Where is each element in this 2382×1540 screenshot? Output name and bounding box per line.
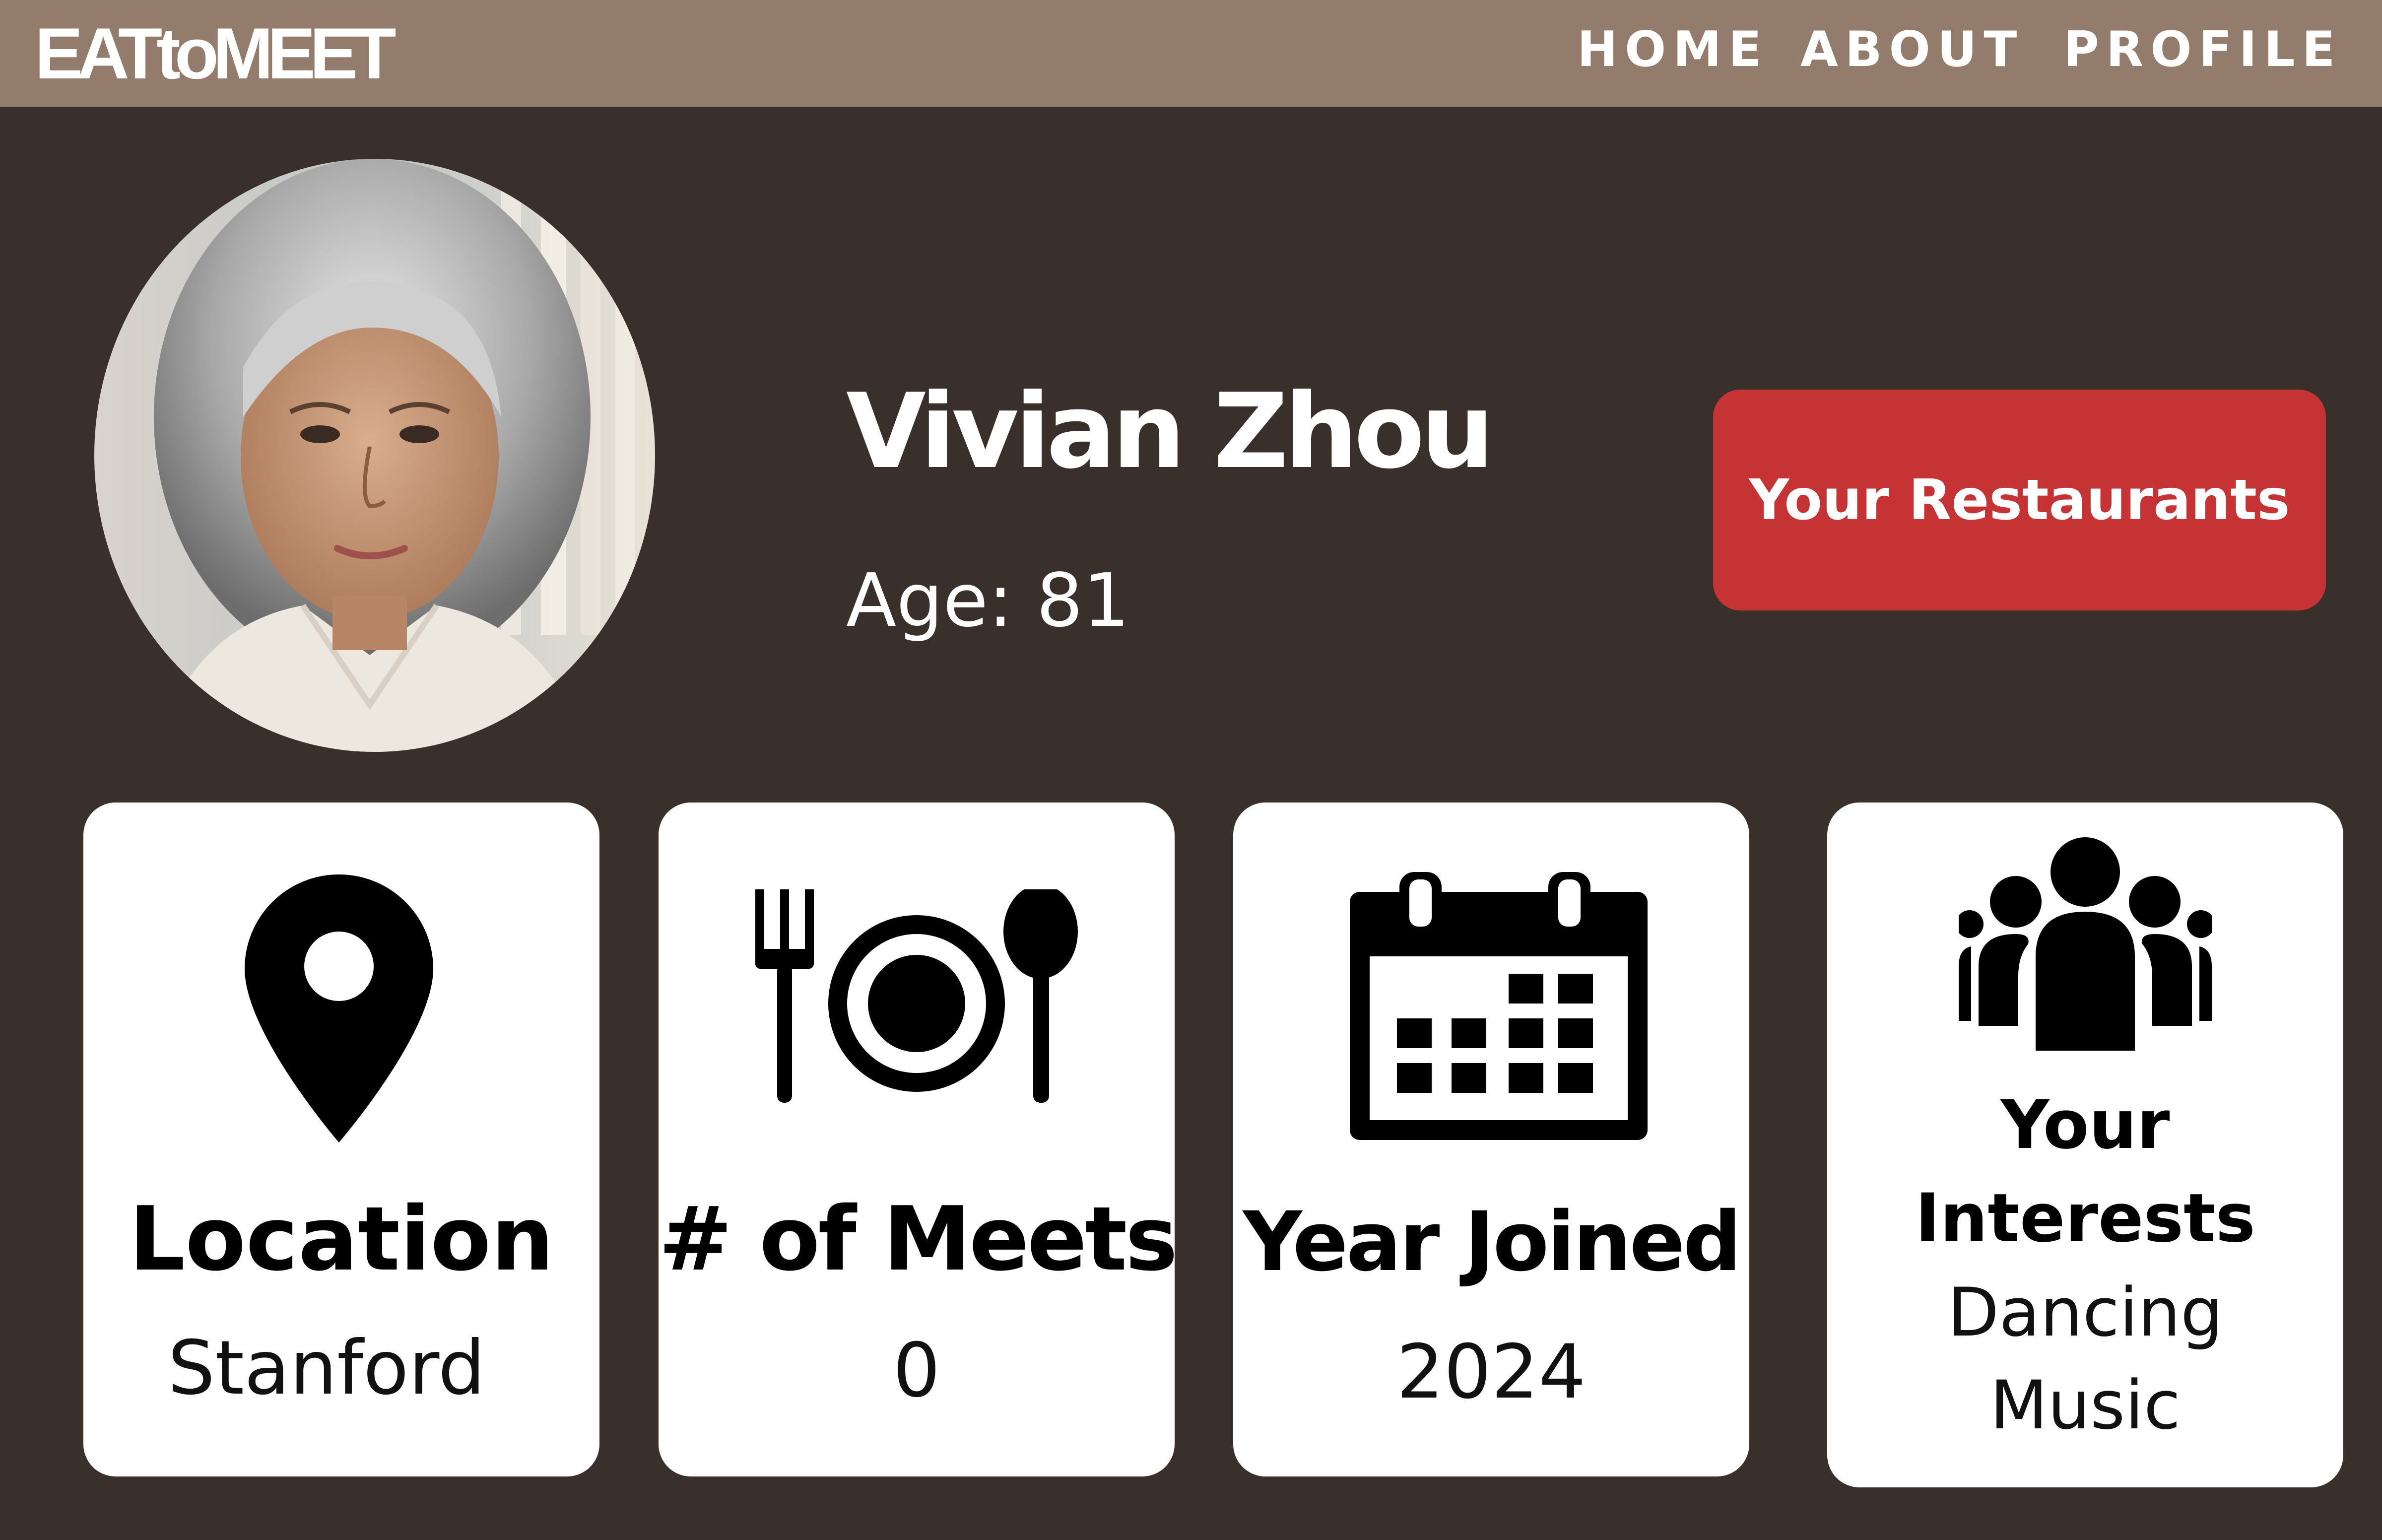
profile-name: Vivian Zhou [846,372,1494,492]
interest-item: Music [1989,1366,2181,1444]
year-joined-title: Year Joined [1243,1194,1741,1289]
year-joined-card: Year Joined 2024 [1233,803,1749,1476]
nav-home-link[interactable]: HOME [1577,20,1769,79]
location-title: Location [129,1188,554,1290]
interest-item: Dancing [1947,1273,2223,1351]
your-restaurants-button[interactable]: Your Restaurants [1713,390,2326,610]
top-navbar: EATtoMEET HOME ABOUT PROFILE [0,0,2382,107]
interests-title-line2: Interests [1915,1179,2255,1257]
profile-age: Age: 81 [846,558,1130,643]
map-pin-icon [245,874,433,1142]
calendar-icon [1350,872,1648,1140]
location-card: Location Stanford [83,803,599,1476]
meets-value: 0 [893,1328,940,1414]
group-people-icon [1959,837,2212,1051]
year-joined-value: 2024 [1396,1329,1586,1415]
location-value: Stanford [168,1325,485,1411]
interests-title-line1: Your [2000,1086,2170,1164]
avatar-portrait-image [94,159,655,752]
fork-plate-spoon-icon [755,889,1078,1103]
meets-title: # of Meets [659,1188,1178,1290]
nav-profile-link[interactable]: PROFILE [2063,20,2342,79]
meets-card: # of Meets 0 [659,803,1178,1476]
interests-card: Your Interests Dancing Music [1827,803,2343,1487]
profile-avatar [94,159,655,752]
nav-about-link[interactable]: ABOUT [1800,20,2024,79]
app-logo[interactable]: EATtoMEET [35,14,397,93]
